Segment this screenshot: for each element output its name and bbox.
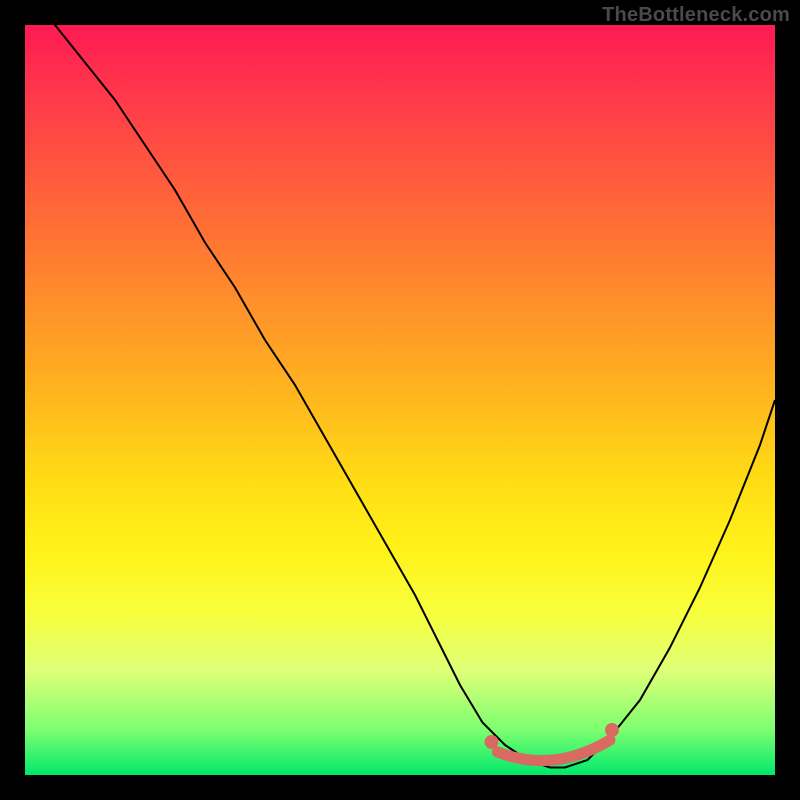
- bottleneck-curve: [25, 25, 775, 775]
- watermark-text: TheBottleneck.com: [602, 4, 790, 27]
- gradient-plot-area: [25, 25, 775, 775]
- flat-region-markers: [485, 723, 620, 761]
- outer-frame: TheBottleneck.com: [0, 0, 800, 800]
- curve-path: [25, 25, 775, 768]
